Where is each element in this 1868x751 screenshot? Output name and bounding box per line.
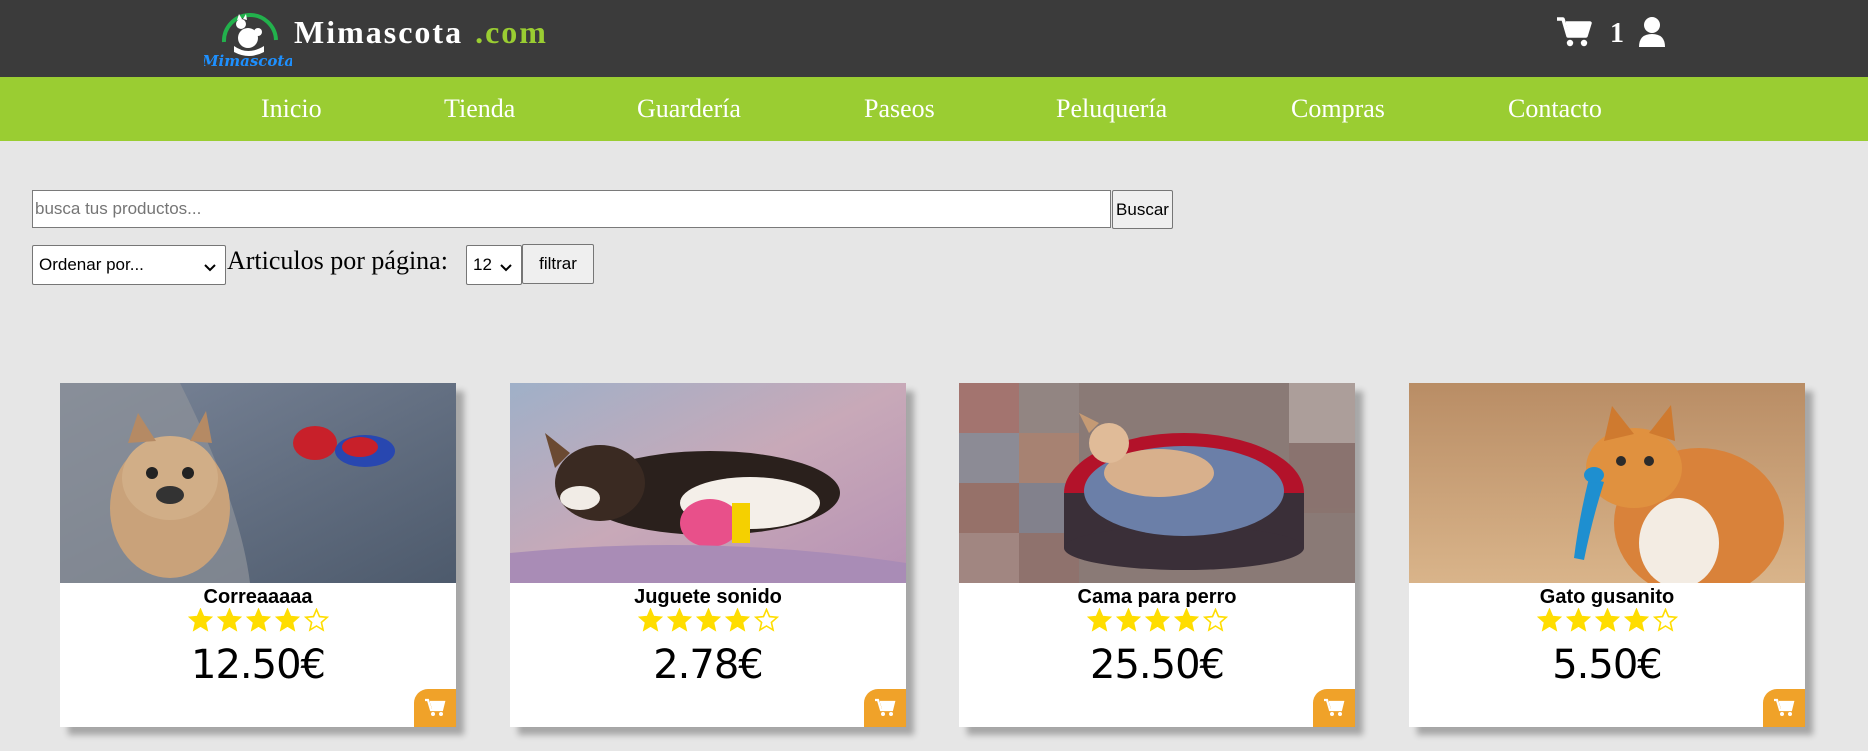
star-filled-icon bbox=[724, 608, 750, 632]
nav-item-peluqueria[interactable]: Peluquería bbox=[1056, 94, 1167, 124]
product-image-puppy-toy[interactable] bbox=[510, 383, 906, 583]
chevron-down-icon bbox=[499, 259, 513, 279]
cart-icon bbox=[1774, 698, 1795, 716]
product-card[interactable]: Juguete sonido 2.78€ bbox=[510, 383, 906, 727]
cart-icon[interactable] bbox=[1556, 16, 1592, 53]
product-name[interactable]: Cama para perro bbox=[959, 583, 1355, 611]
cart-count-badge: 1 bbox=[1610, 18, 1624, 49]
product-image-cat-worm[interactable] bbox=[1409, 383, 1805, 583]
sort-select-value: Ordenar por... bbox=[39, 255, 144, 274]
cart-icon bbox=[1324, 698, 1345, 716]
product-name[interactable]: Juguete sonido bbox=[510, 583, 906, 611]
product-price: 12.50€ bbox=[191, 642, 326, 688]
product-rating bbox=[959, 608, 1355, 632]
nav-item-tienda[interactable]: Tienda bbox=[444, 94, 515, 124]
star-filled-icon bbox=[1086, 608, 1112, 632]
star-filled-icon bbox=[1536, 608, 1562, 632]
star-filled-icon bbox=[637, 608, 663, 632]
cart-icon bbox=[875, 698, 896, 716]
product-name[interactable]: Correaaaaa bbox=[60, 583, 456, 611]
svg-text:Mimascota: Mimascota bbox=[204, 52, 292, 70]
per-page-select[interactable]: 12 bbox=[466, 245, 522, 285]
product-rating bbox=[1409, 608, 1805, 632]
brand-tld: .com bbox=[475, 14, 548, 50]
star-empty-icon bbox=[303, 608, 329, 632]
star-filled-icon bbox=[1144, 608, 1170, 632]
per-page-label: Articulos por página: bbox=[227, 246, 448, 275]
sort-select[interactable]: Ordenar por... bbox=[32, 245, 226, 285]
product-card[interactable]: Correaaaaa 12.50€ bbox=[60, 383, 456, 727]
brand-name: Mimascota bbox=[294, 14, 464, 50]
star-empty-icon bbox=[1202, 608, 1228, 632]
star-filled-icon bbox=[1115, 608, 1141, 632]
add-to-cart-button[interactable] bbox=[414, 689, 456, 727]
star-filled-icon bbox=[274, 608, 300, 632]
product-price: 2.78€ bbox=[653, 642, 764, 688]
search-input[interactable] bbox=[32, 190, 1111, 228]
search-button[interactable]: Buscar bbox=[1112, 190, 1173, 229]
header-actions: 1 bbox=[1556, 16, 1666, 52]
add-to-cart-button[interactable] bbox=[864, 689, 906, 727]
add-to-cart-button[interactable] bbox=[1313, 689, 1355, 727]
nav-item-inicio[interactable]: Inicio bbox=[261, 94, 322, 124]
product-price: 25.50€ bbox=[1090, 642, 1225, 688]
brand-title[interactable]: Mimascota .com bbox=[294, 14, 548, 51]
main-nav: Inicio Tienda Guardería Paseos Peluquerí… bbox=[0, 77, 1868, 141]
site-logo[interactable]: Mimascota bbox=[201, 0, 294, 72]
product-card[interactable]: Gato gusanito 5.50€ bbox=[1409, 383, 1805, 727]
star-filled-icon bbox=[216, 608, 242, 632]
star-empty-icon bbox=[753, 608, 779, 632]
chevron-down-icon bbox=[203, 259, 217, 279]
product-image-french-bulldog[interactable] bbox=[60, 383, 456, 583]
product-rating bbox=[510, 608, 906, 632]
per-page-select-value: 12 bbox=[473, 255, 492, 274]
star-filled-icon bbox=[666, 608, 692, 632]
star-filled-icon bbox=[1594, 608, 1620, 632]
product-price: 5.50€ bbox=[1552, 642, 1663, 688]
nav-item-compras[interactable]: Compras bbox=[1291, 94, 1385, 124]
star-filled-icon bbox=[245, 608, 271, 632]
product-name[interactable]: Gato gusanito bbox=[1409, 583, 1805, 611]
product-image-dog-bed[interactable] bbox=[959, 383, 1355, 583]
filter-button[interactable]: filtrar bbox=[522, 244, 594, 284]
nav-item-contacto[interactable]: Contacto bbox=[1508, 94, 1602, 124]
star-filled-icon bbox=[1623, 608, 1649, 632]
star-filled-icon bbox=[187, 608, 213, 632]
add-to-cart-button[interactable] bbox=[1763, 689, 1805, 727]
nav-item-guarderia[interactable]: Guardería bbox=[637, 94, 741, 124]
nav-item-paseos[interactable]: Paseos bbox=[864, 94, 935, 124]
star-filled-icon bbox=[1565, 608, 1591, 632]
top-header: Mimascota Mimascota .com 1 bbox=[0, 0, 1868, 77]
user-icon[interactable] bbox=[1638, 16, 1666, 53]
star-empty-icon bbox=[1652, 608, 1678, 632]
star-filled-icon bbox=[1173, 608, 1199, 632]
cart-icon bbox=[425, 698, 446, 716]
star-filled-icon bbox=[695, 608, 721, 632]
product-rating bbox=[60, 608, 456, 632]
product-card[interactable]: Cama para perro 25.50€ bbox=[959, 383, 1355, 727]
